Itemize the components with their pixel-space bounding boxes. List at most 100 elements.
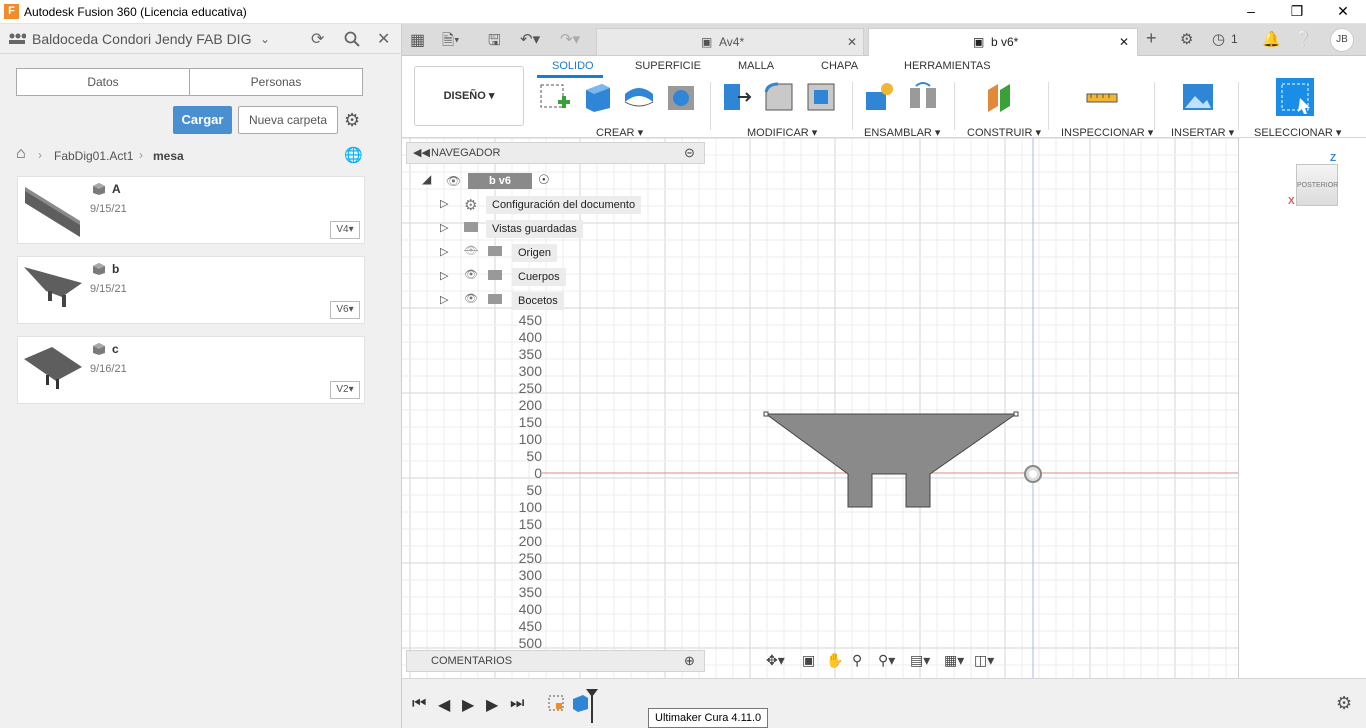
file-menu-icon[interactable]: 🗎▾: [442, 30, 460, 55]
new-component-icon[interactable]: [862, 80, 896, 114]
play-icon[interactable]: ▶: [462, 695, 474, 715]
measure-icon[interactable]: [1085, 80, 1119, 114]
file-card[interactable]: A 9/15/21 V4▾: [17, 176, 365, 244]
collapsed-triangle-icon[interactable]: ▷: [440, 245, 448, 258]
insert-image-icon[interactable]: [1181, 80, 1215, 114]
shell-icon[interactable]: [804, 80, 838, 114]
document-tab-active[interactable]: ▣ b v6* ✕: [868, 28, 1138, 56]
next-step-icon[interactable]: ▶: [486, 695, 498, 715]
collapse-left-icon[interactable]: ◀◀: [413, 146, 430, 159]
file-card[interactable]: b 9/15/21 V6▾: [17, 256, 365, 324]
nav-item[interactable]: ▷ ⚙ Configuración del documento: [440, 194, 700, 216]
collapsed-triangle-icon[interactable]: ▷: [440, 197, 448, 210]
collapsed-triangle-icon[interactable]: ▷: [440, 293, 448, 306]
nav-root-row[interactable]: ◢ 👁 b v6 ☉: [420, 170, 720, 192]
notifications-icon[interactable]: 🔔: [1262, 30, 1281, 48]
collapse-navigator-icon[interactable]: ⊝: [684, 145, 695, 161]
new-tab-icon[interactable]: +: [1146, 28, 1157, 49]
timeline-settings-icon[interactable]: ⚙: [1336, 693, 1352, 714]
orbit-icon[interactable]: ✥▾: [766, 652, 785, 669]
version-dropdown[interactable]: V2▾: [330, 381, 360, 399]
save-icon[interactable]: 🖫: [488, 30, 501, 55]
job-status-icon[interactable]: ◷: [1212, 30, 1225, 48]
nav-item[interactable]: ▷ 👁 Cuerpos: [440, 266, 700, 288]
undo-icon[interactable]: ↶▾: [520, 30, 540, 48]
gear-icon[interactable]: ⚙: [344, 110, 360, 131]
new-folder-button[interactable]: Nueva carpeta: [238, 106, 338, 134]
refresh-icon[interactable]: ⟳: [311, 29, 324, 49]
extensions-icon[interactable]: ⚙: [1180, 30, 1193, 48]
close-panel-icon[interactable]: ✕: [377, 29, 390, 49]
previous-step-icon[interactable]: ◀: [438, 695, 450, 715]
collapsed-triangle-icon[interactable]: ▷: [440, 221, 448, 234]
revolve-icon[interactable]: [622, 80, 656, 114]
globe-icon[interactable]: 🌐: [344, 146, 363, 164]
expanded-triangle-icon[interactable]: ◢: [422, 172, 431, 186]
press-pull-icon[interactable]: [720, 80, 754, 114]
timeline-marker[interactable]: [586, 689, 598, 723]
activate-radio-icon[interactable]: ☉: [538, 172, 550, 188]
add-comment-icon[interactable]: ⊕: [684, 653, 695, 669]
version-dropdown[interactable]: V6▾: [330, 301, 360, 319]
nav-item[interactable]: ▷ Vistas guardadas: [440, 218, 700, 240]
fillet-icon[interactable]: [762, 80, 796, 114]
version-dropdown[interactable]: V4▾: [330, 221, 360, 239]
tab-personas[interactable]: Personas: [189, 68, 363, 96]
close-tab-icon[interactable]: ✕: [847, 29, 857, 55]
select-icon[interactable]: [1276, 78, 1314, 116]
eye-icon[interactable]: 👁: [464, 268, 478, 281]
team-name[interactable]: Baldoceda Condori Jendy FAB DIG: [32, 31, 251, 47]
nav-item[interactable]: ▷ 👁 Bocetos: [440, 290, 700, 312]
fit-icon[interactable]: ⚲▾: [878, 652, 895, 669]
last-step-icon[interactable]: ⏭: [510, 695, 524, 713]
tab-datos[interactable]: Datos: [16, 68, 190, 96]
nav-item[interactable]: ▷ 👁 Origen: [440, 242, 700, 264]
offset-plane-icon[interactable]: [984, 80, 1018, 114]
viewports-icon[interactable]: ◫▾: [974, 652, 994, 669]
file-card[interactable]: c 9/16/21 V2▾: [17, 336, 365, 404]
help-icon[interactable]: ❔: [1294, 30, 1313, 48]
grid-menu-icon[interactable]: ▦: [410, 30, 425, 50]
display-settings-icon[interactable]: ▤▾: [910, 652, 930, 669]
toolbar-ribbon: DISEÑO ▾ SOLIDO SUPERFICIE MALLA CHAPA H…: [402, 56, 1366, 139]
title-bar: F Autodesk Fusion 360 (Licencia educativ…: [0, 0, 1366, 24]
eye-icon[interactable]: 👁: [446, 174, 461, 188]
comments-panel[interactable]: COMENTARIOS ⊕: [406, 650, 705, 672]
viewcube[interactable]: POSTERIOR: [1296, 164, 1338, 206]
home-icon[interactable]: ⌂: [16, 145, 26, 163]
tab-chapa[interactable]: CHAPA: [821, 60, 858, 72]
tab-malla[interactable]: MALLA: [738, 60, 774, 72]
close-window-button[interactable]: ✕: [1320, 0, 1366, 24]
create-sketch-icon[interactable]: [538, 80, 572, 114]
upload-button[interactable]: Cargar: [173, 106, 232, 134]
pan-icon[interactable]: ✋: [826, 652, 843, 669]
chevron-down-icon[interactable]: ⌄: [260, 32, 270, 46]
eye-hidden-icon[interactable]: 👁: [464, 244, 478, 257]
tab-solido[interactable]: SOLIDO: [552, 60, 594, 72]
ruler-tick-label: 100: [518, 431, 542, 447]
look-at-icon[interactable]: ▣: [802, 652, 815, 669]
hole-icon[interactable]: [664, 80, 698, 114]
breadcrumb-folder[interactable]: mesa: [153, 149, 184, 163]
workspace-dropdown[interactable]: DISEÑO ▾: [414, 66, 524, 126]
minimize-button[interactable]: –: [1228, 0, 1274, 24]
user-avatar[interactable]: JB: [1330, 28, 1354, 52]
breadcrumb-project[interactable]: FabDig01.Act1: [54, 149, 133, 163]
search-icon[interactable]: [344, 31, 360, 47]
component-icon: ▣: [701, 35, 713, 49]
document-tab[interactable]: ▣ Av4* ✕: [596, 28, 864, 56]
first-step-icon[interactable]: ⏮: [412, 695, 426, 713]
collapsed-triangle-icon[interactable]: ▷: [440, 269, 448, 282]
timeline-sketch-icon[interactable]: [548, 695, 564, 711]
sketch-profile[interactable]: [762, 406, 1022, 510]
zoom-icon[interactable]: ⚲: [852, 652, 862, 669]
restore-button[interactable]: ❐: [1274, 0, 1320, 24]
redo-icon[interactable]: ↷▾: [560, 30, 580, 48]
joint-icon[interactable]: [906, 80, 940, 114]
extrude-icon[interactable]: [580, 80, 614, 114]
close-tab-icon[interactable]: ✕: [1119, 29, 1129, 55]
eye-icon[interactable]: 👁: [464, 292, 478, 305]
tab-superficie[interactable]: SUPERFICIE: [635, 60, 701, 72]
grid-settings-icon[interactable]: ▦▾: [944, 652, 964, 669]
tab-herramientas[interactable]: HERRAMIENTAS: [904, 60, 991, 72]
